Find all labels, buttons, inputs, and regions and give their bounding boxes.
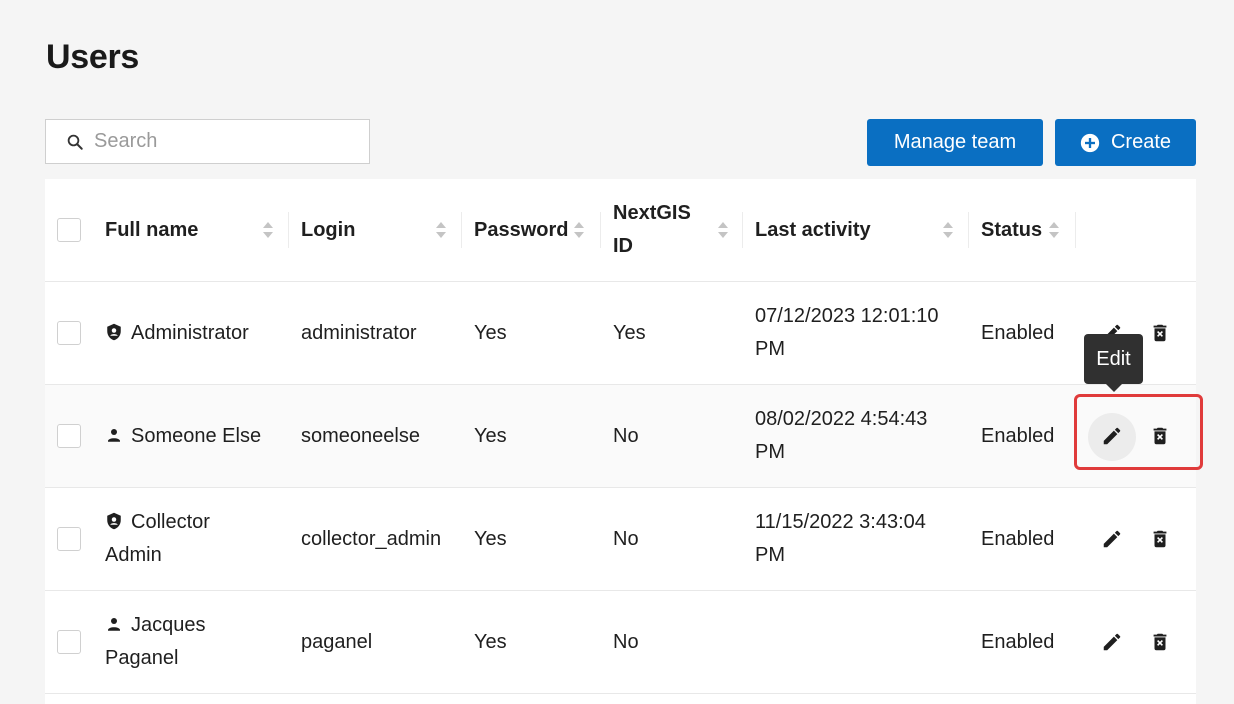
row-checkbox[interactable] bbox=[57, 424, 81, 448]
password-cell: Yes bbox=[474, 527, 507, 550]
person-icon bbox=[108, 428, 120, 442]
password-cell: Yes bbox=[474, 321, 507, 344]
column-header-nextgis-id[interactable]: NextGIS ID bbox=[613, 179, 698, 281]
column-divider bbox=[461, 212, 462, 248]
column-divider bbox=[742, 212, 743, 248]
full-name-cell: Administrator bbox=[105, 282, 285, 384]
login-cell: someoneelse bbox=[301, 424, 420, 447]
row-checkbox[interactable] bbox=[57, 321, 81, 345]
edit-tooltip: Edit bbox=[1084, 334, 1143, 384]
column-label: Login bbox=[301, 218, 356, 241]
edit-icon[interactable] bbox=[1101, 528, 1123, 550]
column-label: Last activity bbox=[755, 218, 871, 241]
last-activity-cell: 11/15/2022 3:43:04 PM bbox=[755, 511, 926, 566]
shield-user-icon bbox=[107, 323, 121, 340]
nextgis-id-cell: No bbox=[613, 527, 639, 550]
password-cell: Yes bbox=[474, 424, 507, 447]
sort-icon[interactable] bbox=[262, 220, 274, 240]
column-label: Status bbox=[981, 218, 1043, 241]
sort-icon[interactable] bbox=[1048, 220, 1060, 240]
delete-icon[interactable] bbox=[1149, 631, 1171, 653]
last-activity-cell bbox=[755, 591, 955, 693]
table-row[interactable]: Jacques Paganel paganel Yes No Enabled bbox=[45, 591, 1196, 694]
full-name-cell: Collector Admin bbox=[105, 488, 255, 590]
status-cell: Enabled bbox=[981, 527, 1055, 550]
table-row[interactable]: Someone Else someoneelse Yes No 08/02/20… bbox=[45, 385, 1196, 488]
plus-circle-icon bbox=[1080, 133, 1100, 152]
column-label: Password bbox=[474, 218, 569, 241]
column-header-last-activity[interactable]: Last activity bbox=[755, 179, 935, 281]
table-header: Full name Login Password NextGIS ID Last… bbox=[45, 179, 1196, 282]
login-cell: collector_admin bbox=[301, 527, 442, 550]
search-field[interactable] bbox=[45, 119, 370, 164]
nextgis-id-cell: No bbox=[613, 424, 639, 447]
last-activity-cell: 07/12/2023 12:01:10 PM bbox=[755, 305, 939, 360]
sort-icon[interactable] bbox=[573, 220, 585, 240]
table-row[interactable]: Collector Admin collector_admin Yes No 1… bbox=[45, 488, 1196, 591]
column-header-status[interactable]: Status bbox=[981, 179, 1051, 281]
column-label: Full name bbox=[105, 218, 199, 241]
sort-icon[interactable] bbox=[942, 220, 954, 240]
login-cell: administrator bbox=[301, 321, 417, 344]
column-divider bbox=[1075, 212, 1076, 248]
login-cell: paganel bbox=[301, 630, 373, 653]
person-icon bbox=[108, 618, 120, 631]
sort-icon[interactable] bbox=[717, 220, 729, 240]
full-name-text: Administrator bbox=[131, 321, 249, 344]
row-checkbox[interactable] bbox=[57, 630, 81, 654]
full-name-cell: Jacques Paganel bbox=[105, 591, 255, 693]
search-icon bbox=[67, 134, 83, 150]
last-activity-cell: 08/02/2022 4:54:43 PM bbox=[755, 408, 928, 463]
status-cell: Enabled bbox=[981, 321, 1055, 344]
users-table: Full name Login Password NextGIS ID Last… bbox=[45, 179, 1196, 704]
column-header-login[interactable]: Login bbox=[301, 179, 421, 281]
edit-icon[interactable] bbox=[1101, 631, 1123, 653]
shield-user-icon bbox=[107, 512, 121, 530]
column-header-full-name[interactable]: Full name bbox=[105, 179, 255, 281]
nextgis-id-cell: Yes bbox=[613, 321, 646, 344]
sort-icon[interactable] bbox=[435, 220, 447, 240]
delete-icon[interactable] bbox=[1149, 528, 1171, 550]
column-divider bbox=[600, 212, 601, 248]
delete-icon[interactable] bbox=[1149, 322, 1171, 344]
full-name-cell: Someone Else bbox=[105, 385, 285, 487]
highlight-box bbox=[1074, 394, 1203, 470]
column-label: NextGIS ID bbox=[613, 202, 691, 257]
search-input[interactable] bbox=[92, 129, 356, 154]
status-cell: Enabled bbox=[981, 424, 1055, 447]
page-title: Users bbox=[46, 38, 140, 76]
create-button[interactable]: Create bbox=[1055, 119, 1196, 166]
full-name-text: Someone Else bbox=[131, 424, 262, 447]
tooltip-arrow bbox=[1106, 384, 1122, 392]
manage-team-button[interactable]: Manage team bbox=[867, 119, 1043, 166]
table-row[interactable]: Administrator administrator Yes Yes 07/1… bbox=[45, 282, 1196, 385]
row-checkbox[interactable] bbox=[57, 527, 81, 551]
column-divider bbox=[288, 212, 289, 248]
status-cell: Enabled bbox=[981, 630, 1055, 653]
nextgis-id-cell: No bbox=[613, 630, 639, 653]
column-header-password[interactable]: Password bbox=[474, 179, 574, 281]
column-divider bbox=[968, 212, 969, 248]
password-cell: Yes bbox=[474, 630, 507, 653]
create-button-label: Create bbox=[1110, 131, 1172, 153]
select-all-checkbox[interactable] bbox=[57, 218, 81, 242]
